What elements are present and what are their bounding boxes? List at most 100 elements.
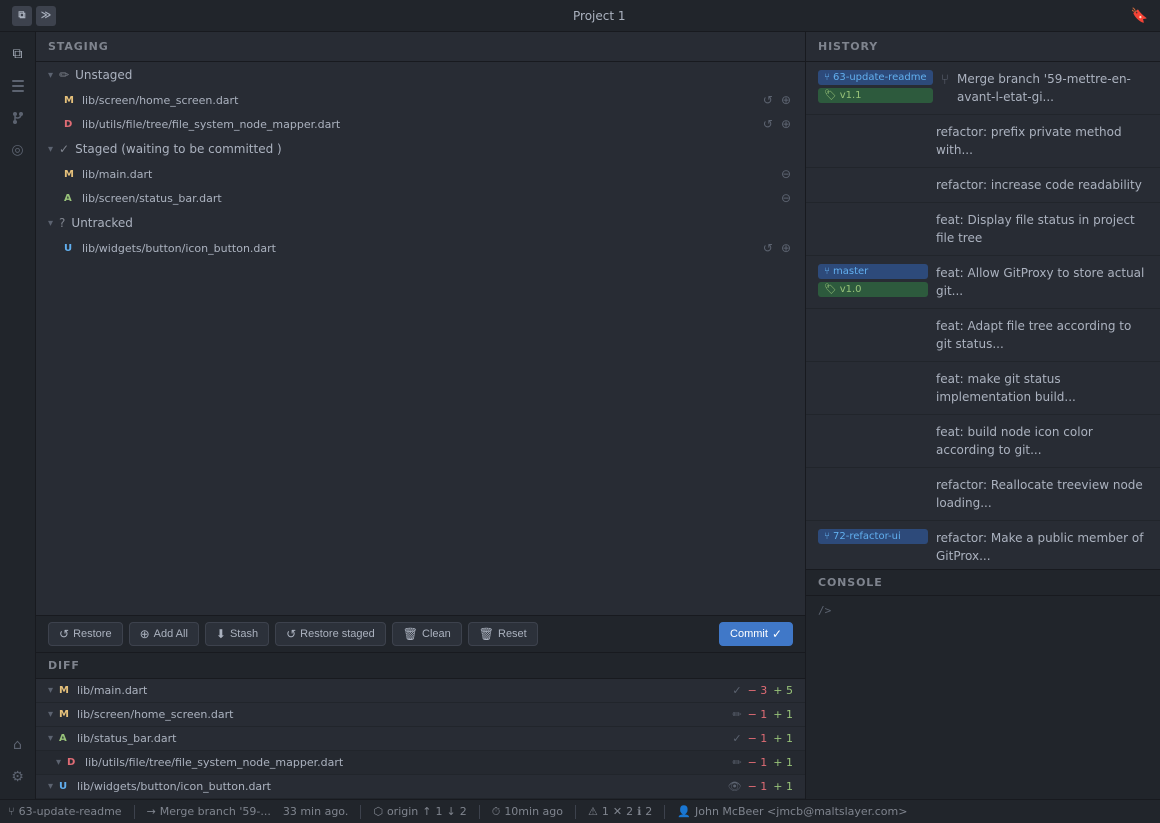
sidebar-item-settings[interactable]: ⚙ bbox=[4, 763, 32, 791]
file-actions: ⊖ bbox=[779, 189, 793, 207]
branch-icon: ⑂ bbox=[824, 72, 830, 83]
status-divider bbox=[664, 805, 665, 819]
history-item-1[interactable]: refactor: prefix private method with... bbox=[806, 115, 1160, 168]
history-item-5[interactable]: feat: Adapt file tree according to git s… bbox=[806, 309, 1160, 362]
restore-staged-button[interactable]: ↺ Restore staged bbox=[275, 622, 386, 646]
section-unstaged[interactable]: ▾ ✏ Unstaged bbox=[36, 62, 805, 88]
ahead-icon: ↑ bbox=[422, 805, 431, 818]
diff-item-icon-button[interactable]: ▾ U lib/widgets/button/icon_button.dart … bbox=[36, 775, 805, 799]
history-item-0[interactable]: ⑂ 63-update-readme 🏷 v1.1 ⑂ Merge branch… bbox=[806, 62, 1160, 115]
diff-path: lib/utils/file/tree/file_system_node_map… bbox=[85, 756, 726, 769]
reset-icon[interactable]: ↺ bbox=[761, 91, 775, 109]
diff-minus: − 1 bbox=[748, 756, 768, 769]
section-staged[interactable]: ▾ ✓ Staged (waiting to be committed ) bbox=[36, 136, 805, 162]
branch-tags: ⑂ 63-update-readme 🏷 v1.1 bbox=[818, 70, 933, 103]
add-all-label: Add All bbox=[154, 628, 188, 640]
file-item-icon-button[interactable]: U lib/widgets/button/icon_button.dart ↺ … bbox=[36, 236, 805, 260]
unstage-icon[interactable]: ⊖ bbox=[779, 189, 793, 207]
diff-edit-icon: ✏ bbox=[732, 756, 741, 769]
file-item-main-dart[interactable]: M lib/main.dart ⊖ bbox=[36, 162, 805, 186]
diff-stats: − 1 + 1 bbox=[748, 732, 793, 745]
staging-panel: STAGING ▾ ✏ Unstaged M lib/screen/home_s… bbox=[36, 32, 806, 799]
reset-button[interactable]: 🗑 Reset bbox=[468, 622, 538, 646]
version-tag: 🏷 v1.0 bbox=[818, 282, 928, 297]
status-commit-preview: Merge branch '59-... bbox=[160, 805, 271, 818]
file-item-status-bar[interactable]: A lib/screen/status_bar.dart ⊖ bbox=[36, 186, 805, 210]
clean-button[interactable]: 🗑 Clean bbox=[392, 622, 462, 646]
status-commit[interactable]: → Merge branch '59-... bbox=[147, 805, 271, 818]
branch-icon: ⑂ bbox=[824, 531, 830, 542]
commit-message: refactor: Reallocate treeview node loadi… bbox=[936, 476, 1148, 512]
console-prompt: /> bbox=[818, 604, 831, 617]
branch-icon: ⑂ bbox=[824, 266, 830, 277]
logo-box2: ≫ bbox=[36, 6, 56, 26]
status-user[interactable]: 👤 John McBeer <jmcb@maltslayer.com> bbox=[677, 805, 907, 818]
sidebar-item-file-tree[interactable] bbox=[4, 72, 32, 100]
history-item-4[interactable]: ⑂ master 🏷 v1.0 feat: Allow GitProxy to … bbox=[806, 256, 1160, 309]
commit-message: feat: Allow GitProxy to store actual git… bbox=[936, 264, 1148, 300]
stash-label: Stash bbox=[230, 628, 258, 640]
file-item-node-mapper[interactable]: D lib/utils/file/tree/file_system_node_m… bbox=[36, 112, 805, 136]
history-item-3[interactable]: feat: Display file status in project fil… bbox=[806, 203, 1160, 256]
diff-section: DIFF ▾ M lib/main.dart ✓ − 3 + 5 ▾ M lib… bbox=[36, 653, 805, 799]
restore-button[interactable]: ↺ Restore bbox=[48, 622, 123, 646]
add-all-icon: ⊕ bbox=[140, 627, 150, 641]
chevron-icon: ▾ bbox=[48, 781, 53, 792]
reset-icon[interactable]: ↺ bbox=[761, 239, 775, 257]
chevron-down-icon: ▾ bbox=[48, 144, 53, 155]
diff-status-A: A bbox=[59, 733, 71, 744]
file-actions: ↺ ⊕ bbox=[761, 115, 793, 133]
stage-icon[interactable]: ⊕ bbox=[779, 91, 793, 109]
stage-icon[interactable]: ⊕ bbox=[779, 239, 793, 257]
file-status-M: M bbox=[64, 169, 76, 180]
sidebar-item-git-branch[interactable] bbox=[4, 104, 32, 132]
diff-item-node-mapper[interactable]: ▾ D lib/utils/file/tree/file_system_node… bbox=[36, 751, 805, 775]
commit-button[interactable]: Commit ✓ bbox=[719, 622, 793, 646]
diff-plus: + 1 bbox=[773, 732, 793, 745]
merge-icon: ⑂ bbox=[941, 72, 949, 88]
branch-tag: ⑂ 63-update-readme bbox=[818, 70, 933, 85]
diff-edit-icon: ✏ bbox=[732, 708, 741, 721]
diff-status-U: U bbox=[59, 781, 71, 792]
restore-staged-icon: ↺ bbox=[286, 627, 296, 641]
diff-minus: − 3 bbox=[748, 684, 768, 697]
commit-message: feat: build node icon color according to… bbox=[936, 423, 1148, 459]
branch-tag: ⑂ master bbox=[818, 264, 928, 279]
status-remote[interactable]: ⬡ origin ↑ 1 ↓ 2 bbox=[373, 805, 466, 818]
stage-icon[interactable]: ⊕ bbox=[779, 115, 793, 133]
unstaged-label: Unstaged bbox=[75, 68, 132, 82]
diff-stats: − 1 + 1 bbox=[748, 756, 793, 769]
diff-path: lib/main.dart bbox=[77, 684, 726, 697]
diff-path: lib/widgets/button/icon_button.dart bbox=[77, 780, 722, 793]
status-issues-count: 1 bbox=[602, 805, 609, 818]
console-body[interactable]: /> bbox=[806, 596, 1160, 799]
diff-item-main[interactable]: ▾ M lib/main.dart ✓ − 3 + 5 bbox=[36, 679, 805, 703]
chevron-down-icon: ▾ bbox=[48, 70, 53, 81]
diff-item-status-bar[interactable]: ▾ A lib/status_bar.dart ✓ − 1 + 1 bbox=[36, 727, 805, 751]
status-branch[interactable]: ⑂ 63-update-readme bbox=[8, 805, 122, 818]
check-icon: ✓ bbox=[59, 142, 69, 156]
diff-status-D: D bbox=[67, 757, 79, 768]
file-item-home-screen[interactable]: M lib/screen/home_screen.dart ↺ ⊕ bbox=[36, 88, 805, 112]
reset-icon[interactable]: ↺ bbox=[761, 115, 775, 133]
diff-item-home-screen[interactable]: ▾ M lib/screen/home_screen.dart ✏ − 1 + … bbox=[36, 703, 805, 727]
diff-check-icon: ✓ bbox=[732, 732, 741, 745]
history-item-8[interactable]: refactor: Reallocate treeview node loadi… bbox=[806, 468, 1160, 521]
history-item-6[interactable]: feat: make git status implementation bui… bbox=[806, 362, 1160, 415]
sidebar-item-source-control[interactable]: ⧉ bbox=[4, 40, 32, 68]
staging-header: STAGING bbox=[36, 32, 805, 62]
add-all-button[interactable]: ⊕ Add All bbox=[129, 622, 199, 646]
bookmark-icon[interactable]: 🔖 bbox=[1131, 8, 1148, 24]
unstage-icon[interactable]: ⊖ bbox=[779, 165, 793, 183]
history-item-7[interactable]: feat: build node icon color according to… bbox=[806, 415, 1160, 468]
file-status-D: D bbox=[64, 119, 76, 130]
status-issues[interactable]: ⚠ 1 ✕ 2 ℹ 2 bbox=[588, 805, 652, 818]
history-item-2[interactable]: refactor: increase code readability bbox=[806, 168, 1160, 203]
status-divider bbox=[575, 805, 576, 819]
section-untracked[interactable]: ▾ ? Untracked bbox=[36, 210, 805, 236]
status-fetch[interactable]: ⏱ 10min ago bbox=[492, 805, 563, 819]
sidebar-item-home[interactable]: ⌂ bbox=[4, 731, 32, 759]
stash-button[interactable]: ⬇ Stash bbox=[205, 622, 269, 646]
history-item-9[interactable]: ⑂ 72-refactor-ui refactor: Make a public… bbox=[806, 521, 1160, 569]
sidebar-item-graph[interactable]: ◎ bbox=[4, 136, 32, 164]
